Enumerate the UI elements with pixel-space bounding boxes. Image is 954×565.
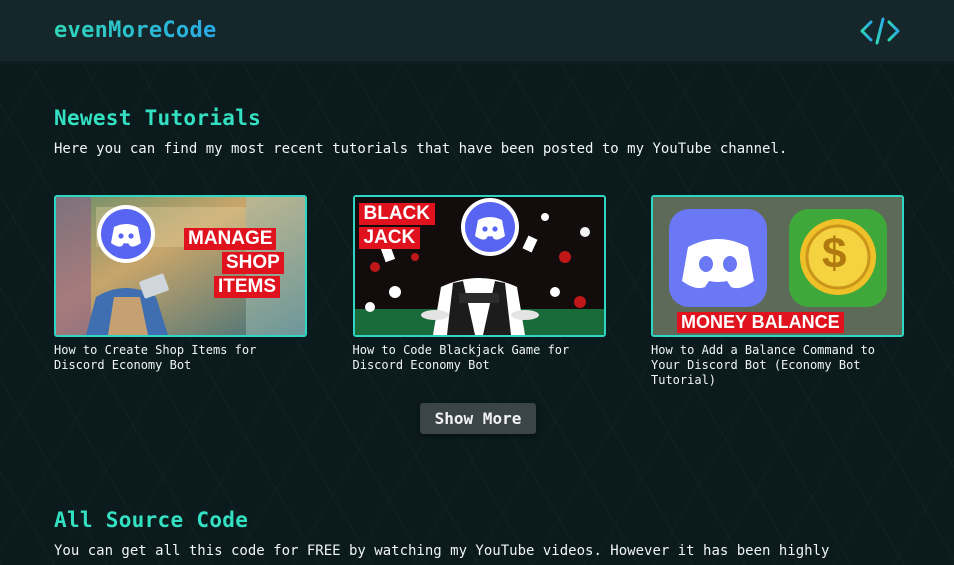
section-heading: Newest Tutorials bbox=[54, 106, 262, 130]
tutorial-card[interactable]: MANAGE SHOP ITEMS How to Create Shop Ite… bbox=[54, 195, 307, 388]
thumbnail-label-shop: SHOP bbox=[222, 252, 284, 274]
all-source-code-section: All Source Code You can get all this cod… bbox=[54, 508, 914, 560]
card-title[interactable]: How to Create Shop Items for Discord Eco… bbox=[54, 343, 307, 373]
card-title[interactable]: How to Add a Balance Command to Your Dis… bbox=[651, 343, 904, 388]
thumbnail-label-black: BLACK bbox=[358, 203, 435, 225]
section-heading: All Source Code bbox=[54, 508, 249, 532]
card-title[interactable]: How to Code Blackjack Game for Discord E… bbox=[353, 343, 606, 373]
video-thumbnail[interactable]: BLACK JACK bbox=[352, 195, 606, 337]
show-more-button[interactable]: Show More bbox=[420, 403, 536, 434]
section-description: You can get all this code for FREE by wa… bbox=[54, 543, 830, 559]
coin-dollar-icon: $ bbox=[822, 229, 847, 278]
video-thumbnail[interactable]: $ MONEY BALANCE bbox=[651, 195, 904, 337]
brand-logo[interactable]: evenMoreCode bbox=[54, 18, 217, 43]
tutorial-card[interactable]: $ MONEY BALANCE How to Add a Balance Com… bbox=[651, 195, 904, 388]
newest-tutorials-section: Newest Tutorials Here you can find my mo… bbox=[54, 106, 914, 158]
tutorial-card[interactable]: BLACK JACK How to Code Blackjack Game fo… bbox=[352, 195, 606, 388]
tutorial-card-list: MANAGE SHOP ITEMS How to Create Shop Ite… bbox=[54, 195, 904, 388]
thumbnail-label-jack: JACK bbox=[358, 227, 421, 249]
thumbnail-label-items: ITEMS bbox=[214, 276, 281, 298]
video-thumbnail[interactable]: MANAGE SHOP ITEMS bbox=[54, 195, 307, 337]
code-brackets-icon[interactable] bbox=[860, 16, 900, 46]
thumbnail-label-money-balance: MONEY BALANCE bbox=[677, 312, 844, 333]
section-description: Here you can find my most recent tutoria… bbox=[54, 141, 788, 157]
site-header: evenMoreCode bbox=[0, 0, 954, 64]
thumbnail-label-manage: MANAGE bbox=[184, 228, 277, 250]
